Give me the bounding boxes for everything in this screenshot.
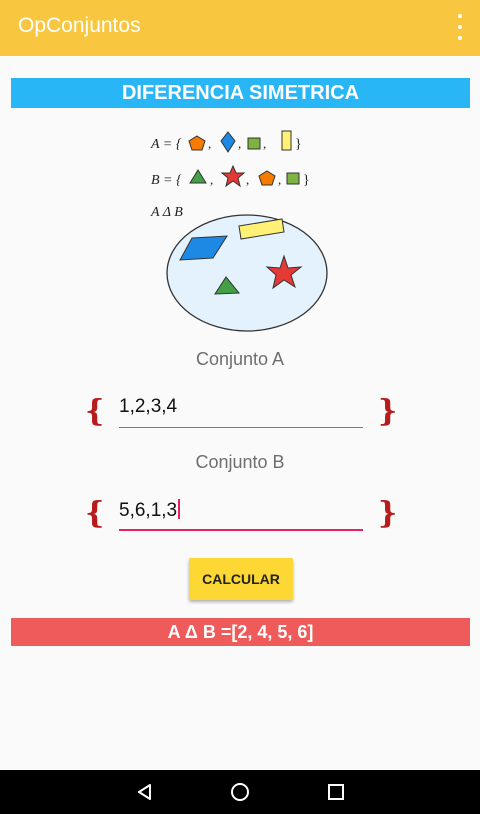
app-bar: OpConjuntos — [0, 0, 480, 56]
home-icon[interactable] — [210, 770, 270, 814]
back-icon[interactable] — [115, 770, 175, 814]
set-a-value: 1,2,3,4 — [119, 396, 178, 417]
system-nav-bar — [0, 770, 480, 814]
pentagon-icon — [258, 170, 276, 186]
set-a-open-brace: { — [85, 394, 105, 429]
set-illustration: A = { , , , } B = { , , , } A Δ B — [150, 130, 328, 332]
set-a-close-brace: } — [378, 394, 398, 429]
set-a-prefix: A = { — [150, 137, 182, 152]
overflow-menu-icon[interactable] — [454, 14, 466, 40]
set-a-label: Conjunto A — [195, 349, 285, 369]
app-title: OpConjuntos — [18, 14, 141, 37]
recents-icon[interactable] — [306, 770, 366, 814]
svg-text:,: , — [263, 136, 266, 151]
set-b-input[interactable]: 5,6,1,3 — [119, 497, 363, 531]
set-b-value: 5,6,1,3 — [119, 500, 178, 521]
square-icon — [247, 137, 261, 150]
set-b-open-brace: { — [85, 496, 105, 531]
pentagon-icon — [188, 135, 206, 151]
svg-text:,: , — [238, 136, 241, 151]
svg-text:}: } — [303, 173, 310, 188]
set-b-label: Conjunto B — [195, 452, 285, 472]
square-icon — [286, 172, 300, 185]
set-b-close-brace: } — [378, 496, 398, 531]
svg-text:,: , — [208, 136, 211, 151]
set-ab-label: A Δ B — [150, 205, 183, 220]
text-caret — [178, 499, 181, 519]
calculate-button[interactable]: CALCULAR — [189, 558, 293, 600]
svg-text:,: , — [210, 172, 213, 187]
set-b-prefix: B = { — [151, 173, 182, 188]
main-content: DIFERENCIA SIMETRICA A = { , , , } B = {… — [0, 56, 480, 770]
result-bar: A Δ B =[2, 4, 5, 6] — [11, 618, 470, 646]
star-icon — [220, 164, 246, 188]
rectangle-icon — [281, 130, 292, 151]
page-title: DIFERENCIA SIMETRICA — [11, 78, 470, 108]
set-a-input[interactable]: 1,2,3,4 — [119, 394, 363, 428]
svg-text:,: , — [246, 172, 249, 187]
svg-text:}: } — [295, 137, 302, 152]
triangle-icon — [189, 169, 207, 184]
svg-text:,: , — [278, 172, 281, 187]
diamond-icon — [220, 131, 236, 153]
